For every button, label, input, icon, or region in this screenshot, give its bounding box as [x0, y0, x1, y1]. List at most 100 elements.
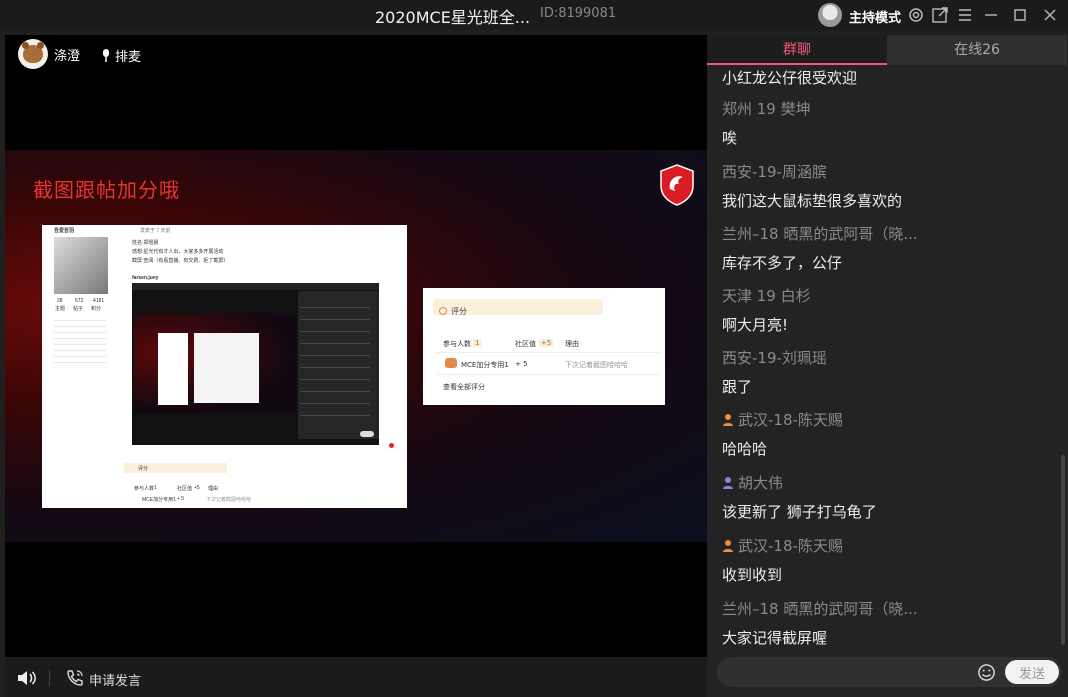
message-text: 哈哈哈 [722, 440, 768, 458]
shot1-participant-count: 1 [154, 485, 157, 491]
post-note: 发表于 7 天前 [140, 228, 171, 234]
mic-queue-label: 排麦 [115, 50, 142, 65]
purple-user-badge-icon [723, 476, 733, 489]
list-item: 武汉-18-陈天赐 收到收到 [722, 535, 843, 585]
shot1-rater: MCE加分专用1 [142, 497, 176, 503]
list-item: 胡大伟 该更新了 狮子打乌龟了 [722, 472, 877, 522]
message-sender: 兰州–18 晒黑的武阿哥（晓... [722, 225, 918, 243]
orange-user-badge-icon [723, 413, 733, 426]
message-text: 跟了 [722, 378, 753, 396]
rating-community-label: 社区值 [515, 340, 536, 348]
bottom-toolbar: 申请发言 [5, 658, 707, 697]
forum-screenshot: 吾爱吾羽 28 672 4181 主题 帖子 积分 发表于 7 天前 姓名:郑煜… [42, 225, 407, 508]
slide-title: 截图跟帖加分哦 [33, 178, 180, 202]
forum-username: 吾爱吾羽 [54, 228, 75, 234]
list-item: 郑州 19 樊坤 唉 [722, 98, 811, 148]
maximize-icon[interactable] [1010, 5, 1030, 25]
chat-input-row: 发送 [717, 657, 1062, 687]
host-mode-button[interactable]: 主持模式 [849, 7, 901, 26]
tab-group-chat[interactable]: 群聊 [707, 35, 887, 65]
post-line-2: 感想:星光代有才人出，大家多多开展活动 [132, 249, 224, 255]
volume-icon[interactable] [16, 668, 38, 688]
msi-dragon-logo [660, 164, 694, 206]
stat-label-topics: 主题 [55, 306, 66, 312]
shot1-community-value: +5 [194, 485, 200, 491]
view-all-ratings-link: 查看全部评分 [443, 383, 485, 391]
request-speak-button[interactable]: 申请发言 [89, 670, 141, 689]
forum-avatar [54, 237, 108, 294]
rating-participants: 参与人数 [443, 340, 471, 348]
shot1-participants: 参与人数 [134, 486, 155, 492]
message-text: 大家记得截屏喔 [722, 629, 828, 647]
minimize-icon[interactable] [981, 5, 1001, 25]
shot1-reason-label: 理由 [208, 486, 219, 492]
message-text: 啊大月亮! [722, 316, 789, 334]
message-sender: 天津 19 白杉 [722, 287, 811, 305]
window-title: 2020MCE星光班全... [375, 8, 531, 27]
list-item: 兰州–18 晒黑的武阿哥（晓... 库存不多了，公仔 [722, 223, 918, 273]
shot1-rater-value: + 5 [177, 496, 185, 502]
shot1-rating-label: 评分 [138, 466, 149, 472]
chat-tabs: 群聊 在线26 [707, 35, 1068, 65]
user-avatar[interactable] [818, 3, 842, 27]
menu-icon[interactable] [955, 5, 975, 25]
gear-icon[interactable] [906, 5, 926, 25]
presenter-info: 涤澄 [18, 39, 80, 69]
toolbar-divider [49, 670, 50, 686]
message-text: 该更新了 狮子打乌龟了 [722, 503, 877, 521]
list-item: 小红龙公仔很受欢迎 [722, 65, 857, 88]
microphone-icon [103, 48, 109, 62]
message-sender: 西安-19-周涵膑 [722, 163, 827, 181]
message-list[interactable]: 小红龙公仔很受欢迎 郑州 19 樊坤 唉 西安-19-周涵膑 我们这大鼠标垫很多… [707, 65, 1061, 655]
rating-rater-value: + 5 [515, 360, 528, 368]
message-text: 我们这大鼠标垫很多喜欢的 [722, 192, 903, 210]
message-sender: 武汉-18-陈天赐 [722, 409, 843, 430]
profile-fields [54, 315, 106, 365]
external-link-icon[interactable] [930, 5, 950, 25]
stat-label-points: 积分 [91, 306, 102, 312]
rating-community-value: +5 [539, 339, 554, 347]
rating-circle-icon [439, 307, 447, 315]
message-sender: 西安-19-刘珮瑶 [722, 349, 827, 367]
rating-reason-label: 理由 [565, 340, 579, 348]
tab-online[interactable]: 在线26 [887, 35, 1067, 65]
phone-icon[interactable] [65, 668, 85, 688]
emoji-icon[interactable] [977, 663, 996, 682]
list-item: 武汉-18-陈天赐 哈哈哈 [722, 409, 843, 459]
video-area[interactable]: 涤澄 排麦 截图跟帖加分哦 吾爱吾羽 28 672 4181 主题 帖子 积分 … [5, 35, 707, 657]
stat-label-posts: 帖子 [73, 306, 84, 312]
chat-input[interactable] [717, 657, 977, 687]
message-text: 收到收到 [722, 566, 783, 584]
stat-points: 4181 [93, 298, 105, 304]
thread-username: farsen.juey [132, 275, 159, 281]
rating-label: 评分 [451, 307, 467, 316]
mic-queue-button[interactable]: 排麦 [101, 46, 141, 65]
message-sender: 胡大伟 [722, 472, 877, 493]
list-item: 天津 19 白杉 啊大月亮! [722, 285, 811, 335]
chat-panel: 群聊 在线26 小红龙公仔很受欢迎 郑州 19 樊坤 唉 西安-19-周涵膑 我… [707, 35, 1068, 697]
message-text: 小红龙公仔很受欢迎 [722, 69, 858, 87]
list-item: 西安-19-刘珮瑶 跟了 [722, 347, 827, 397]
post-line-1: 姓名:郑煜晨 [132, 240, 159, 246]
presenter-avatar[interactable] [18, 39, 48, 69]
shot1-rater-reason: 下次记着截图哈哈哈 [206, 497, 252, 503]
stat-topics: 28 [57, 298, 63, 304]
list-item: 西安-19-周涵膑 我们这大鼠标垫很多喜欢的 [722, 161, 902, 211]
rater-avatar-icon [445, 358, 457, 368]
rating-rater-reason: 下次记着截图哈哈哈 [565, 361, 628, 369]
message-sender: 兰州–18 晒黑的武阿哥（晓... [722, 600, 918, 618]
message-sender: 郑州 19 樊坤 [722, 100, 811, 118]
message-text: 唉 [722, 129, 738, 147]
close-icon[interactable] [1040, 5, 1060, 25]
room-id: ID:8199081 [540, 6, 617, 21]
orange-user-badge-icon [723, 539, 733, 552]
rating-rater: MCE加分专用1 [461, 361, 509, 369]
post-line-3: 截屏:查阅（有看直播、有交费、拒了截屏） [132, 258, 229, 264]
send-button[interactable]: 发送 [1005, 660, 1059, 684]
presentation-slide: 截图跟帖加分哦 吾爱吾羽 28 672 4181 主题 帖子 积分 发表于 7 … [5, 150, 707, 542]
list-item: 兰州–18 晒黑的武阿哥（晓... 大家记得截屏喔 [722, 598, 918, 648]
stat-posts: 672 [75, 298, 84, 304]
chat-scrollbar[interactable] [1061, 455, 1065, 645]
shot1-community-label: 社区值 [177, 486, 193, 492]
rating-participant-count: 1 [473, 339, 482, 347]
